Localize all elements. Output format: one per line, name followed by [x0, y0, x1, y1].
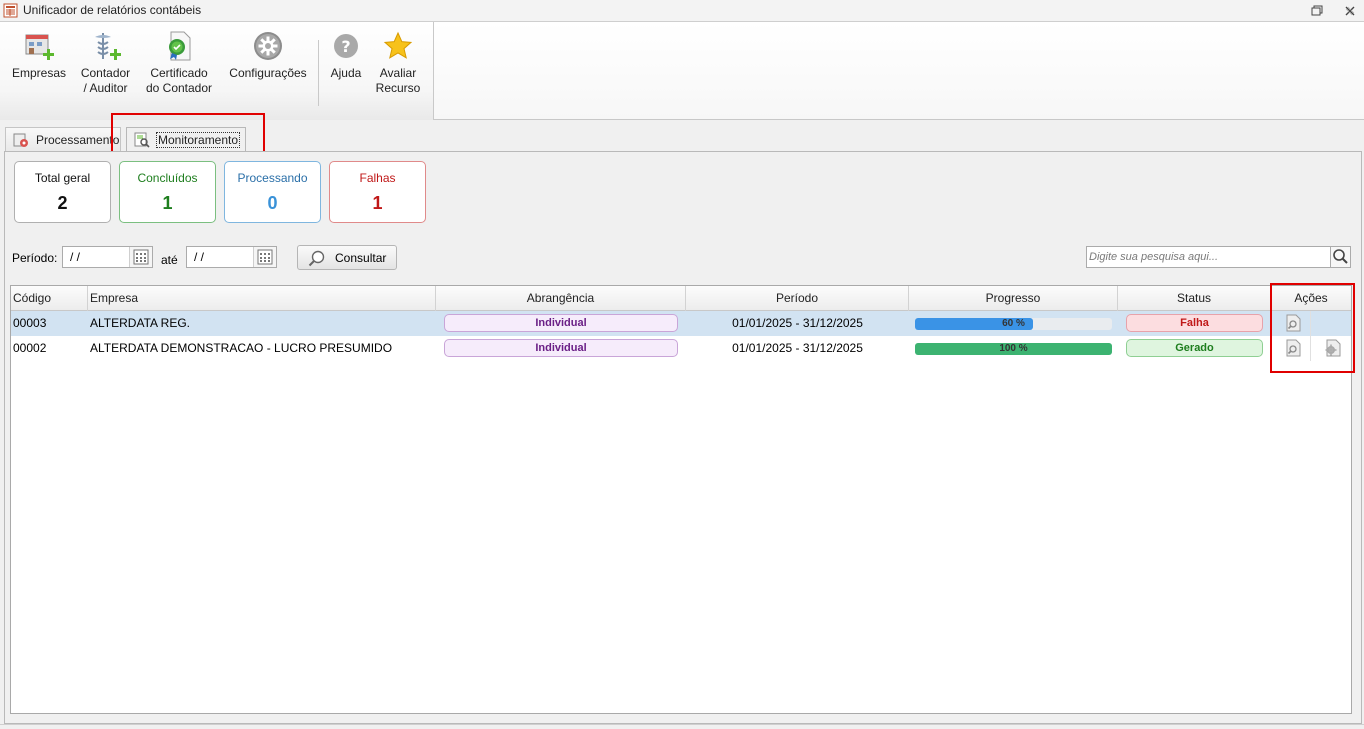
- close-icon[interactable]: [1342, 3, 1358, 19]
- search-button[interactable]: [1330, 246, 1351, 268]
- star-icon: [383, 31, 413, 59]
- avaliar-label-2: Recurso: [375, 81, 421, 95]
- status-badge: Gerado: [1126, 339, 1263, 357]
- date-from-value: / /: [70, 250, 81, 264]
- card-total-label: Total geral: [34, 171, 91, 185]
- building-add-icon: [25, 34, 54, 60]
- progress-bar: 100 %: [915, 343, 1112, 355]
- progress-label: 100 %: [999, 343, 1028, 354]
- periodo-label: Período:: [12, 251, 58, 265]
- cell-codigo: 00002: [13, 341, 47, 355]
- search-icon: [1333, 249, 1348, 264]
- card-total-value: 2: [57, 193, 68, 213]
- ribbon-group: Empresas Contador / Auditor Certificado …: [0, 22, 434, 120]
- certificado-label-2: do Contador: [145, 81, 213, 95]
- avaliar-label-1: Avaliar: [379, 66, 417, 80]
- app-icon: [3, 3, 18, 18]
- window-title: Unificador de relatórios contábeis: [23, 3, 202, 17]
- header-empresa[interactable]: Empresa: [88, 286, 436, 311]
- cell-empresa: ALTERDATA DEMONSTRACAO - LUCRO PRESUMIDO: [90, 341, 393, 355]
- card-processando: Processando 0: [224, 161, 321, 223]
- magnifier-icon: [308, 250, 325, 267]
- certificado-button[interactable]: Certificado do Contador: [143, 30, 215, 96]
- help-icon: ?: [334, 34, 358, 58]
- certificate-icon: [169, 31, 191, 61]
- header-status[interactable]: Status: [1118, 286, 1271, 311]
- card-falhas-value: 1: [372, 193, 383, 213]
- tab-processamento[interactable]: Processamento: [5, 127, 121, 151]
- title-bar: Unificador de relatórios contábeis: [0, 0, 1364, 22]
- header-progresso[interactable]: Progresso: [909, 286, 1118, 311]
- ate-label: até: [161, 253, 178, 267]
- calendar-icon: [257, 249, 273, 265]
- date-to-field[interactable]: / /: [186, 246, 277, 268]
- card-processando-label: Processando: [237, 171, 308, 185]
- highlight-box-tab: [111, 113, 265, 154]
- ajuda-label: Ajuda: [330, 66, 362, 80]
- tab-processamento-label: Processamento: [36, 133, 120, 147]
- monitoring-table: Código Empresa Abrangência Período Progr…: [10, 285, 1352, 714]
- contador-label-2: / Auditor: [83, 81, 128, 95]
- table-row[interactable]: 00002 ALTERDATA DEMONSTRACAO - LUCRO PRE…: [11, 336, 1351, 361]
- card-processando-value: 0: [267, 193, 278, 213]
- date-from-field[interactable]: / /: [62, 246, 153, 268]
- abrangencia-badge: Individual: [444, 339, 678, 357]
- gear-icon: [254, 32, 282, 60]
- card-falhas-label: Falhas: [359, 171, 396, 185]
- cell-periodo: 01/01/2025 - 31/12/2025: [732, 341, 863, 355]
- date-to-value: / /: [194, 250, 205, 264]
- ajuda-button[interactable]: ? Ajuda: [327, 30, 365, 81]
- date-to-calendar-button[interactable]: [253, 247, 276, 267]
- consultar-label: Consultar: [335, 251, 387, 265]
- ribbon-toolbar: Empresas Contador / Auditor Certificado …: [0, 22, 1364, 120]
- highlight-box-acoes: [1270, 283, 1355, 373]
- cell-empresa: ALTERDATA REG.: [90, 316, 191, 330]
- configuracoes-button[interactable]: Configurações: [227, 30, 309, 81]
- caduceus-add-icon: [94, 33, 121, 60]
- header-periodo[interactable]: Período: [686, 286, 909, 311]
- cell-periodo: 01/01/2025 - 31/12/2025: [732, 316, 863, 330]
- empresas-button[interactable]: Empresas: [12, 30, 66, 81]
- card-falhas: Falhas 1: [329, 161, 426, 223]
- table-row[interactable]: 00003 ALTERDATA REG. Individual 01/01/20…: [11, 311, 1351, 336]
- bottom-border: [0, 724, 1364, 729]
- contador-auditor-button[interactable]: Contador / Auditor: [78, 30, 133, 96]
- date-from-calendar-button[interactable]: [129, 247, 152, 267]
- contador-label-1: Contador: [80, 66, 131, 80]
- processing-icon: [13, 133, 28, 147]
- card-concluidos-label: Concluídos: [137, 171, 198, 185]
- calendar-icon: [133, 249, 149, 265]
- empresas-label: Empresas: [12, 66, 67, 80]
- card-concluidos-value: 1: [162, 193, 173, 213]
- consultar-button[interactable]: Consultar: [297, 245, 397, 270]
- svg-text:?: ?: [341, 37, 350, 56]
- ribbon-separator: [318, 40, 319, 106]
- abrangencia-badge: Individual: [444, 314, 678, 332]
- progress-label: 60 %: [1002, 318, 1025, 329]
- status-badge: Falha: [1126, 314, 1263, 332]
- progress-bar: 60 %: [915, 318, 1112, 330]
- certificado-label-1: Certificado: [150, 66, 208, 80]
- avaliar-recurso-button[interactable]: Avaliar Recurso: [373, 30, 423, 96]
- cell-codigo: 00003: [13, 316, 47, 330]
- restore-icon[interactable]: [1309, 3, 1325, 19]
- search-input[interactable]: [1086, 246, 1331, 268]
- header-codigo[interactable]: Código: [11, 286, 88, 311]
- configuracoes-label: Configurações: [229, 66, 307, 80]
- card-total-geral: Total geral 2: [14, 161, 111, 223]
- header-abrangencia[interactable]: Abrangência: [436, 286, 686, 311]
- card-concluidos: Concluídos 1: [119, 161, 216, 223]
- table-header: Código Empresa Abrangência Período Progr…: [11, 286, 1351, 311]
